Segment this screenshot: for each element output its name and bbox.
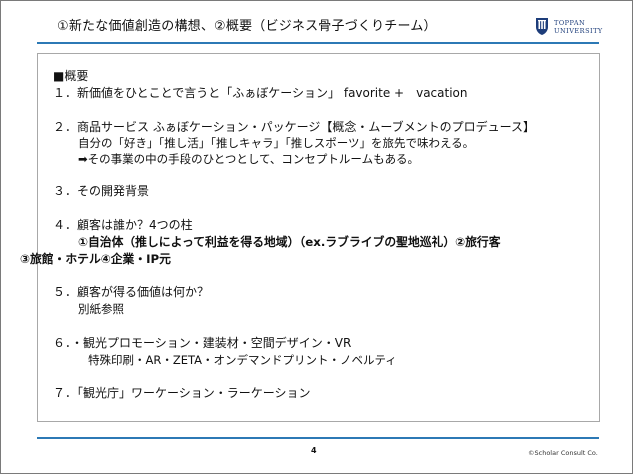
item-2: ２．商品サービス ふぁぼケーション・パッケージ【概念・ムーブメントのプロデュース…	[53, 120, 536, 134]
slide-title: ①新たな価値創造の構想、②概要（ビジネス骨子づくりチーム）	[57, 19, 437, 34]
copyright-notice: ©Scholar Consult Co.	[528, 449, 598, 457]
item-1: １．新価値をひとことで言うと「ふぁぼケーション」 favorite + vaca…	[53, 86, 468, 100]
header-divider	[37, 42, 599, 44]
item-2-detail: 自分の「好き」「推し活」「推しキャラ」「推しスポーツ」を旅先で味わえる。	[78, 136, 475, 150]
item-4-detail-1: ①自治体（推しによって利益を得る地域）（ex.ラブライブの聖地巡礼）②旅行客	[78, 235, 501, 249]
item-5-detail: 別紙参照	[78, 302, 124, 316]
logo-wordmark: TOPPAN UNIVERSITY	[554, 19, 603, 35]
content-panel: ■概要 １．新価値をひとことで言うと「ふぁぼケーション」 favorite + …	[20, 53, 600, 422]
logo-text-line2: UNIVERSITY	[554, 27, 603, 35]
item-6-detail: 特殊印刷・AR・ZETA・オンデマンドプリント・ノベルティ	[88, 353, 397, 367]
section-heading: ■概要	[53, 69, 89, 83]
item-6: ６．・観光プロモーション・建装材・空間デザイン・VR	[53, 336, 352, 350]
slide: ①新たな価値創造の構想、②概要（ビジネス骨子づくりチーム） TOPPAN UNI…	[0, 0, 633, 474]
item-5: ５．顧客が得る価値は何か？	[53, 285, 210, 299]
footer-divider	[37, 437, 599, 439]
item-7: ７．「観光庁」ワーケーション・ラーケーション	[53, 386, 311, 400]
toppan-university-logo: TOPPAN UNIVERSITY	[534, 16, 624, 40]
item-2-note: ➡その事業の中の手段のひとつとして、コンセプトルームもある。	[78, 152, 420, 166]
logo-text-line1: TOPPAN	[554, 19, 586, 27]
item-4: ４．顧客は誰か？4つの柱	[53, 218, 193, 232]
university-crest-icon	[536, 18, 548, 35]
page-number: 4	[311, 446, 317, 455]
item-3: ３．その開発背景	[53, 184, 150, 198]
item-4-detail-2: ③旅館・ホテル④企業・IP元	[20, 252, 171, 266]
